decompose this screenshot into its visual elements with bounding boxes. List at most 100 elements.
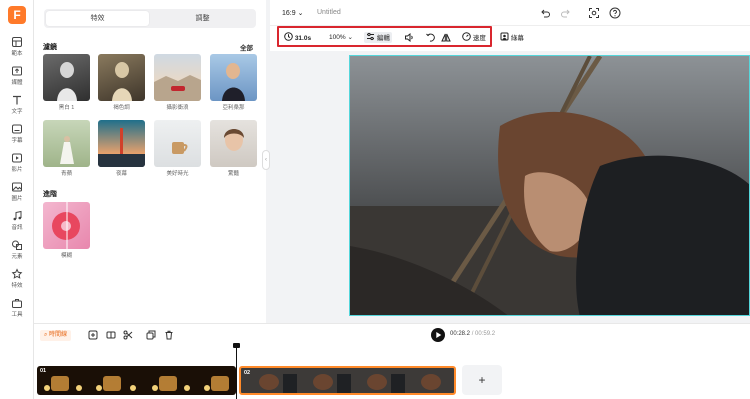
playhead-handle[interactable] — [233, 343, 240, 348]
video-preview[interactable] — [349, 55, 750, 316]
trash-icon[interactable] — [164, 330, 174, 340]
rail-item-subtitles[interactable]: 字幕 — [0, 123, 34, 151]
panel-collapse-handle[interactable]: ‹ — [262, 150, 270, 170]
rail-label: 媒體 — [11, 80, 23, 86]
rail-item-video[interactable]: 影片 — [0, 152, 34, 180]
rail-item-images[interactable]: 圖片 — [0, 181, 34, 209]
speed-label: 速度 — [472, 35, 486, 42]
panel-tabs: 特效 調整 — [44, 9, 256, 28]
rail-label: 音訊 — [11, 225, 23, 231]
tools-icon — [12, 299, 22, 308]
redo-icon[interactable] — [560, 7, 572, 19]
rail-label: 文字 — [11, 109, 23, 115]
chevron-down-icon: ⌄ — [347, 34, 353, 41]
filter-thumb-surf[interactable] — [154, 54, 201, 101]
clip-number: 01 — [40, 368, 47, 374]
speed-icon — [462, 32, 471, 41]
audio-icon — [13, 210, 22, 221]
image-icon — [12, 182, 22, 192]
matting-button[interactable]: 綠幕 — [500, 32, 524, 43]
edit-button[interactable]: 編輯 — [364, 32, 392, 43]
edit-label: 編輯 — [376, 35, 390, 42]
speed-button[interactable]: 速度 — [462, 32, 486, 43]
filter-preview-image — [112, 62, 132, 101]
filter-preview-image — [172, 142, 188, 154]
zoom-select[interactable]: 100% ⌄ — [329, 32, 353, 43]
view-all-link[interactable]: 全部 — [240, 42, 253, 52]
filter-label: 夜幕 — [115, 171, 127, 177]
rail-item-tools[interactable]: 工具 — [0, 297, 34, 325]
rail-item-audio[interactable]: 音訊 — [0, 210, 34, 238]
rail-item-templates[interactable]: 範本 — [0, 36, 34, 64]
clip-toolbar: 31.0s 100% ⌄ 編輯 速度 綠幕 — [270, 26, 750, 51]
video-icon — [12, 153, 22, 163]
rail-item-text[interactable]: 文字 — [0, 94, 34, 122]
rail-label: 字幕 — [11, 138, 23, 144]
filter-thumb-stunning[interactable] — [210, 120, 257, 167]
clock-icon — [284, 32, 293, 41]
media-upload-icon — [12, 66, 22, 76]
advanced-title: 進階 — [43, 191, 57, 198]
filter-thumb-nightfall[interactable] — [98, 120, 145, 167]
timeline-panel: ⌕ 時間線 00:28.2 / 00:59.2 01 02 + — [34, 323, 750, 399]
help-icon[interactable] — [609, 7, 621, 19]
current-time: 00:28.2 — [450, 331, 471, 337]
filter-label: 褐色調 — [113, 105, 130, 111]
split-view-icon[interactable] — [106, 330, 116, 340]
timeline-icon: ⌕ — [44, 332, 48, 338]
tab-effects[interactable]: 特效 — [46, 11, 149, 26]
duplicate-icon[interactable] — [146, 330, 156, 340]
project-title[interactable]: Untitled — [317, 9, 341, 16]
rail-label: 影片 — [11, 167, 23, 173]
clip-number: 02 — [244, 370, 251, 376]
top-bar: 16:9 ⌄ Untitled — [270, 0, 750, 26]
effects-panel: 特效 調整 濾鏡 全部 黑白 1 褐色調 攝影衝浪 亞利桑那 青蘋 夜幕 美好時… — [34, 0, 266, 323]
screenshot-icon[interactable] — [588, 7, 600, 19]
duration-value: 31.0s — [294, 35, 312, 42]
aspect-ratio-value: 16:9 — [282, 10, 296, 17]
flip-icon[interactable] — [441, 32, 451, 43]
sliders-icon — [367, 32, 374, 41]
clip-filmstrip — [259, 374, 441, 393]
filter-thumb-arizona[interactable] — [210, 54, 257, 101]
rail-item-effects[interactable]: 特效 — [0, 268, 34, 296]
elements-icon — [12, 240, 22, 250]
rail-label: 工具 — [11, 312, 23, 318]
matting-label: 綠幕 — [510, 35, 524, 42]
undo-icon[interactable] — [539, 7, 551, 19]
filter-label: 驚豔 — [227, 171, 239, 177]
timeline-mode-button[interactable]: ⌕ 時間線 — [40, 330, 72, 341]
add-clip-button[interactable]: + — [462, 365, 502, 395]
rotate-icon[interactable] — [425, 32, 435, 43]
clip-filmstrip — [44, 376, 229, 391]
total-time: 00:59.2 — [475, 331, 496, 337]
scissors-icon[interactable] — [123, 330, 133, 340]
time-display: 00:28.2 / 00:59.2 — [450, 331, 496, 337]
rail-item-elements[interactable]: 元素 — [0, 239, 34, 267]
filter-preview-image — [52, 202, 80, 249]
filter-preview-image — [224, 129, 244, 151]
play-button[interactable] — [431, 328, 445, 342]
duration-button[interactable]: 31.0s — [284, 32, 311, 43]
add-track-icon[interactable] — [88, 330, 98, 340]
filter-thumb-sepia[interactable] — [98, 54, 145, 101]
effects-icon — [11, 268, 23, 279]
filter-thumb-green-apple[interactable] — [43, 120, 90, 167]
filter-thumb-good-times[interactable] — [154, 120, 201, 167]
filter-label: 黑白 1 — [58, 105, 75, 111]
filter-thumb-blur[interactable] — [43, 202, 90, 249]
template-icon — [12, 37, 22, 47]
filters-title: 濾鏡 — [43, 44, 57, 51]
filter-preview-image — [60, 136, 74, 164]
timeline-clip-selected[interactable]: 02 — [239, 366, 456, 395]
tab-adjust[interactable]: 調整 — [151, 11, 254, 26]
aspect-ratio-select[interactable]: 16:9 ⌄ — [282, 9, 303, 17]
filter-thumb-bw1[interactable] — [43, 54, 90, 101]
playhead-line[interactable] — [236, 344, 237, 399]
filter-label: 攝影衝浪 — [166, 105, 189, 111]
timeline-clip[interactable]: 01 — [37, 366, 236, 395]
subtitle-icon — [12, 124, 22, 134]
filter-label: 模糊 — [60, 253, 72, 259]
rail-item-media[interactable]: 媒體 — [0, 65, 34, 93]
volume-icon[interactable] — [404, 32, 414, 43]
